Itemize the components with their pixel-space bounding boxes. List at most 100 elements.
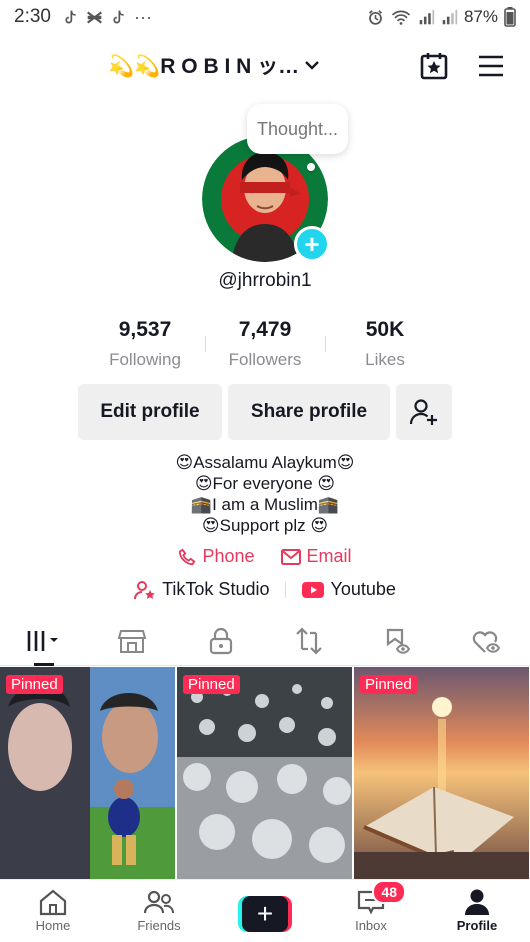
- menu-icon: [479, 55, 503, 77]
- tiktok-icon: [65, 10, 76, 23]
- plus-icon: +: [242, 896, 288, 932]
- signal-icon: [442, 9, 458, 24]
- inbox-badge: 48: [372, 880, 406, 904]
- wifi-icon: [391, 10, 411, 25]
- video-thumbnail[interactable]: Pinned: [0, 667, 175, 879]
- edit-profile-label: Edit profile: [100, 401, 200, 422]
- edit-profile-button[interactable]: Edit profile: [78, 384, 222, 440]
- tiktok-studio-link[interactable]: TikTok Studio: [134, 579, 269, 600]
- tab-reposts[interactable]: [265, 616, 353, 665]
- profile-handle: @jhrrobin1: [218, 270, 312, 291]
- friends-icon: [143, 890, 174, 914]
- account-name: 💫💫R O B I N ッ…: [108, 55, 300, 78]
- profile-icon: [465, 889, 489, 915]
- nav-friends[interactable]: Friends: [106, 880, 212, 942]
- youtube-label: Youtube: [330, 579, 396, 599]
- profile-bio: 😍Assalamu Alaykum😍 😍For everyone 😍 🕋I am…: [0, 452, 530, 536]
- email-icon: [280, 548, 301, 565]
- status-overflow: ···: [133, 6, 152, 27]
- stat-likes[interactable]: 50K Likes: [325, 314, 445, 374]
- bottom-navigation: Home Friends + Inbox 48 Profile: [0, 879, 530, 942]
- nav-profile[interactable]: Profile: [424, 880, 530, 942]
- profile-stats: 9,537 Following 7,479 Followers 50K Like…: [85, 314, 445, 374]
- phone-link[interactable]: Phone: [178, 546, 255, 567]
- phone-label: Phone: [202, 546, 255, 566]
- nav-label: Friends: [137, 918, 181, 933]
- nav-label: Profile: [456, 918, 498, 933]
- stat-value: 50K: [365, 318, 405, 341]
- create-button: +: [238, 896, 292, 932]
- contact-links: Phone Email: [0, 546, 530, 567]
- video-thumbnail-image: [177, 667, 352, 879]
- account-switcher[interactable]: 💫💫R O B I N ッ…: [108, 50, 321, 80]
- video-thumbnail[interactable]: Pinned: [177, 667, 352, 879]
- avatar-container: +: [202, 136, 330, 262]
- tab-videos[interactable]: [0, 616, 88, 666]
- stat-value: 9,537: [118, 318, 172, 341]
- thought-bubble[interactable]: Thought...: [247, 104, 348, 154]
- stat-following[interactable]: 9,537 Following: [85, 314, 205, 374]
- profile-header: 💫💫R O B I N ッ…: [0, 40, 530, 88]
- add-friend-icon: [409, 399, 437, 425]
- status-bar: 2:30 ··· 87%: [0, 0, 530, 34]
- tab-liked[interactable]: [442, 616, 530, 665]
- chevron-down-icon: [305, 61, 319, 70]
- nav-label: Home: [35, 918, 71, 933]
- status-time: 2:30: [14, 6, 51, 27]
- bio-line: 🕋I am a Muslim🕋: [190, 495, 340, 514]
- alarm-icon: [368, 9, 383, 25]
- divider: [285, 581, 287, 598]
- favorites-icon: [387, 628, 411, 654]
- stat-label: Followers: [228, 350, 302, 369]
- lock-icon: [209, 627, 232, 654]
- repost-icon: [296, 626, 322, 655]
- tab-shop[interactable]: [88, 616, 176, 665]
- add-story-button[interactable]: +: [294, 226, 330, 262]
- content-tabs: [0, 616, 530, 666]
- video-thumbnail-image: [354, 667, 529, 879]
- menu-button[interactable]: [475, 50, 507, 82]
- pinned-badge: Pinned: [6, 675, 63, 694]
- share-profile-button[interactable]: Share profile: [228, 384, 390, 440]
- bio-line: 😍For everyone 😍: [194, 474, 336, 493]
- nav-home[interactable]: Home: [0, 880, 106, 942]
- youtube-link[interactable]: Youtube: [302, 579, 396, 600]
- battery-percent: 87%: [463, 7, 498, 26]
- share-profile-label: Share profile: [250, 401, 368, 422]
- tab-private[interactable]: [177, 616, 265, 665]
- stat-label: Likes: [365, 350, 405, 369]
- tiktok-icon: [113, 10, 124, 23]
- video-grid: Pinned Pinned Pinned: [0, 667, 530, 879]
- creator-links: TikTok Studio Youtube: [0, 579, 530, 600]
- email-link[interactable]: Email: [280, 546, 352, 567]
- video-thumbnail-image: [0, 667, 175, 879]
- bio-line: 😍Support plz 😍: [201, 516, 329, 535]
- thought-bubble-tail: [307, 163, 315, 171]
- tiktok-studio-label: TikTok Studio: [162, 579, 270, 599]
- creator-calendar-button[interactable]: [418, 50, 450, 82]
- stat-followers[interactable]: 7,479 Followers: [205, 314, 325, 374]
- shop-icon: [118, 629, 147, 653]
- phone-icon: [179, 548, 196, 565]
- calendar-star-icon: [420, 53, 448, 80]
- video-thumbnail[interactable]: Pinned: [354, 667, 529, 879]
- videos-grid-icon: [27, 630, 59, 651]
- email-label: Email: [306, 546, 352, 566]
- liked-icon: [472, 630, 500, 653]
- thought-placeholder: Thought...: [256, 118, 339, 139]
- tab-favorites[interactable]: [353, 616, 441, 665]
- bio-line: 😍Assalamu Alaykum😍: [175, 453, 355, 472]
- studio-icon: [134, 580, 155, 599]
- nav-create[interactable]: +: [212, 880, 318, 942]
- add-friends-button[interactable]: [396, 384, 452, 440]
- stat-label: Following: [109, 350, 181, 369]
- battery-icon: [504, 7, 516, 27]
- stat-value: 7,479: [238, 318, 292, 341]
- signal-icon: [419, 9, 435, 24]
- plus-icon: +: [304, 229, 320, 259]
- youtube-icon: [302, 581, 325, 598]
- home-icon: [39, 889, 67, 916]
- nav-label: Inbox: [355, 918, 387, 933]
- pinned-badge: Pinned: [183, 675, 240, 694]
- nav-inbox[interactable]: Inbox 48: [318, 880, 424, 942]
